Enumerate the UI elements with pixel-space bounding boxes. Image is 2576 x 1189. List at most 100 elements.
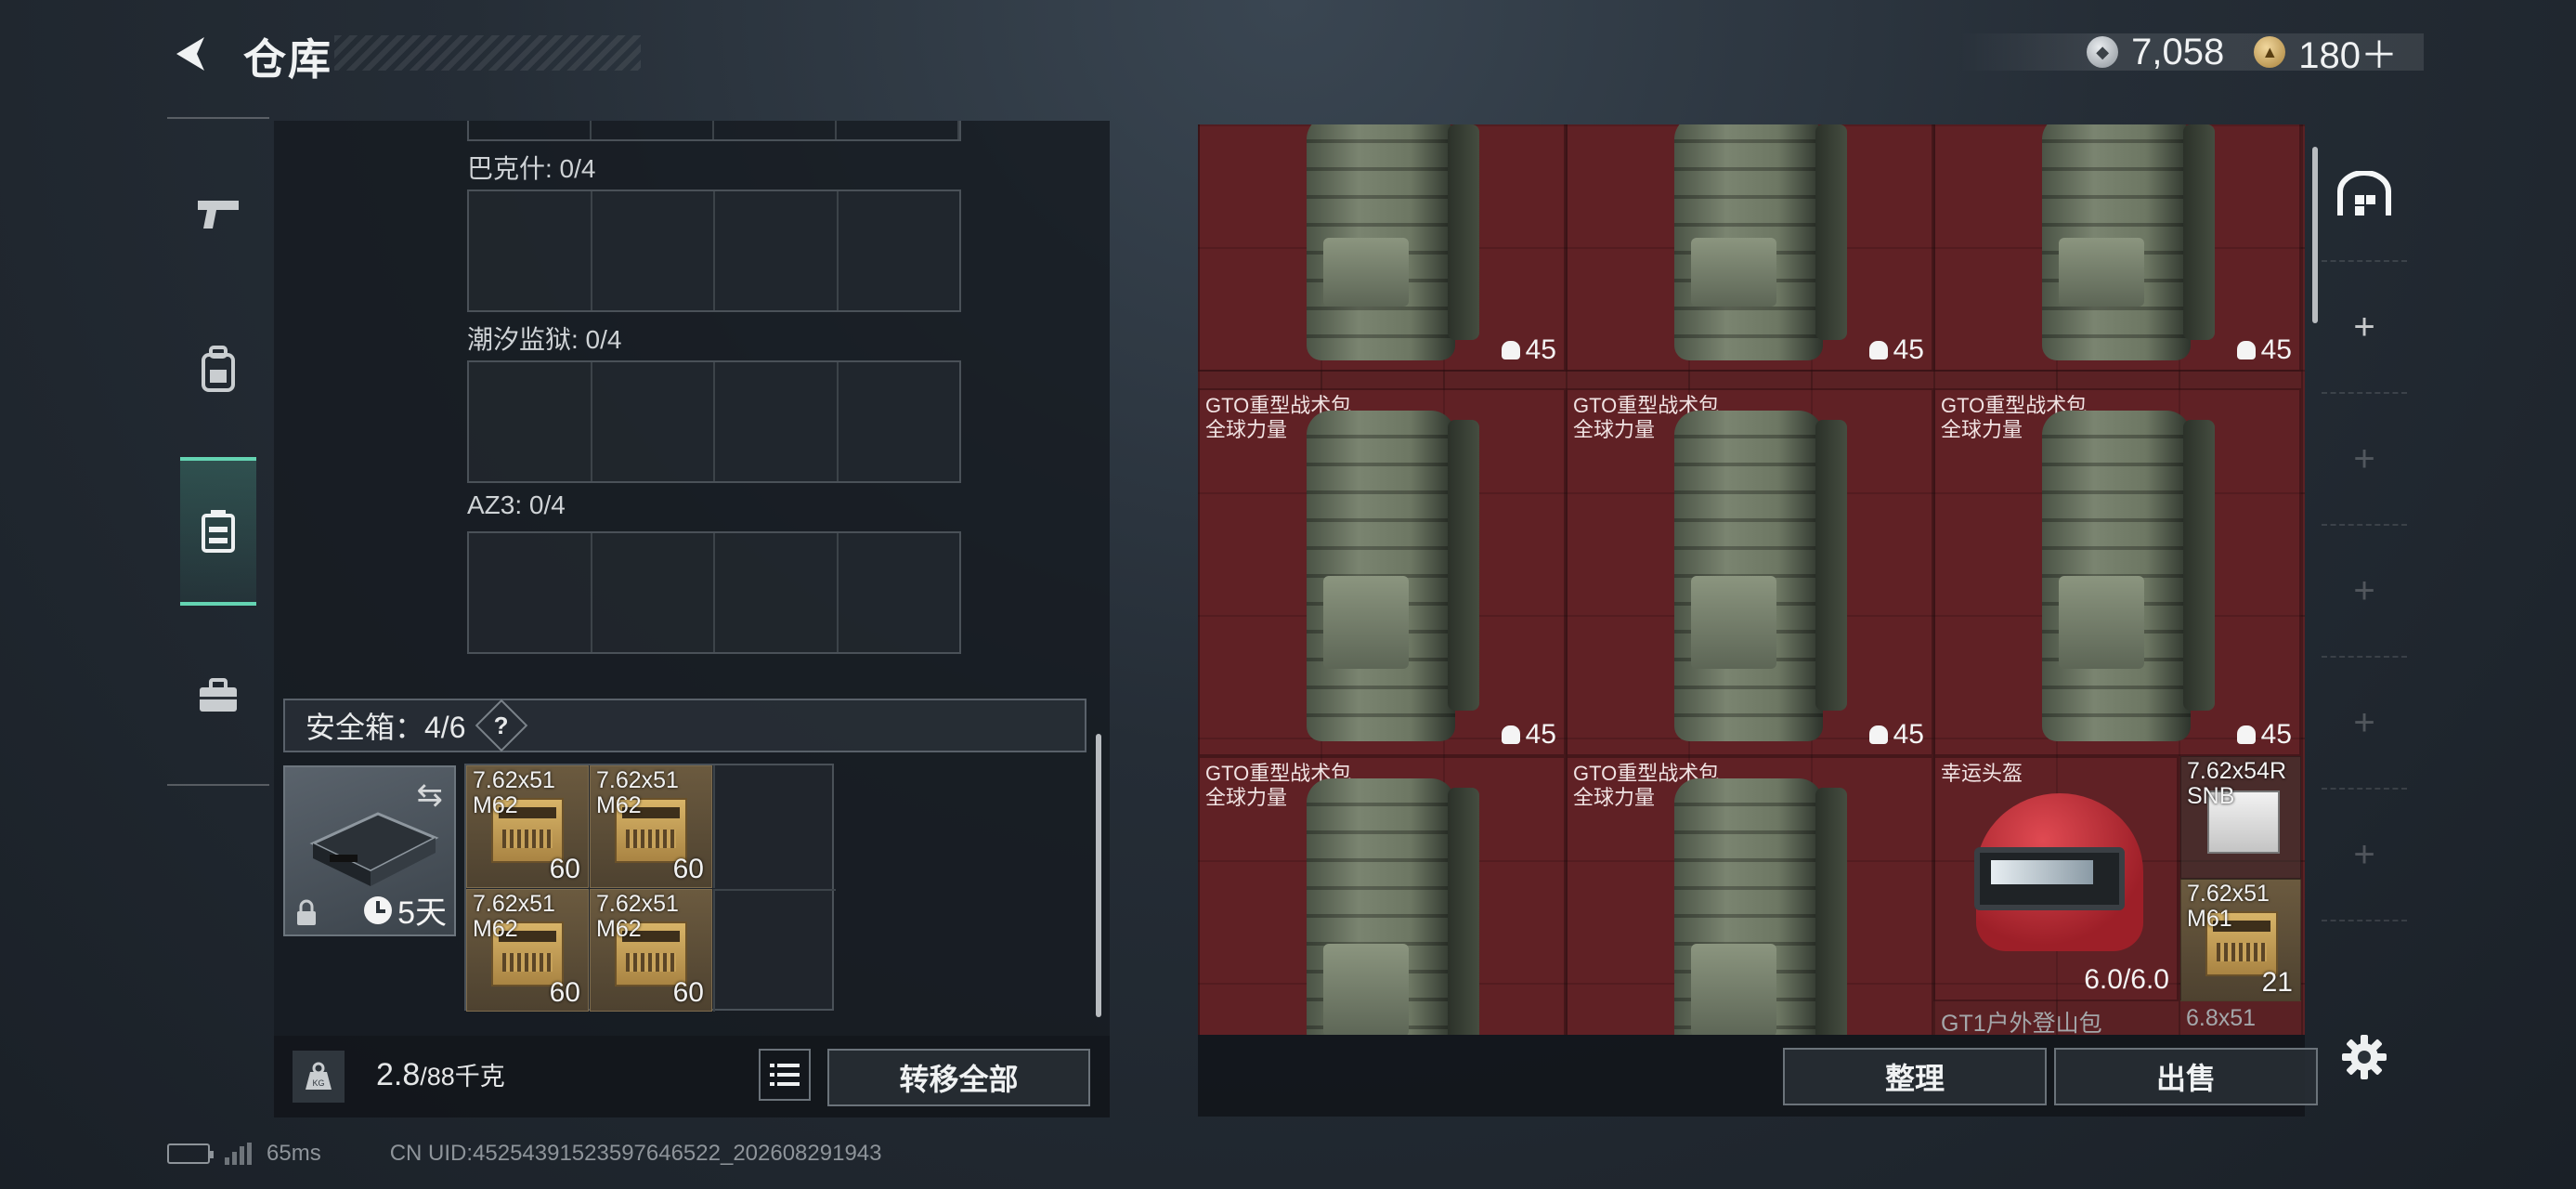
gear-icon bbox=[2342, 1035, 2387, 1079]
plus-icon: + bbox=[2353, 306, 2375, 347]
plus-icon: + bbox=[2353, 569, 2375, 611]
safe-box-case[interactable]: ⇆ 5天 bbox=[283, 765, 456, 936]
container-grid-az3[interactable] bbox=[467, 531, 961, 654]
stash-item-backpack[interactable]: GTO重型战术包 全球力量 bbox=[1198, 756, 1566, 1035]
partial-item-label: GT1户外登山包 bbox=[1941, 1011, 2102, 1035]
partial-container-grid bbox=[467, 121, 961, 141]
item-name: 7.62x51 M62 bbox=[473, 891, 555, 942]
helmet-image bbox=[1974, 793, 2143, 951]
briefcase-icon bbox=[200, 678, 237, 712]
plus-icon: + bbox=[2353, 701, 2375, 743]
silver-coin-icon: ◆ bbox=[2087, 36, 2119, 68]
weight-current: 2.8 bbox=[376, 1057, 421, 1092]
ping-readout: 65ms bbox=[267, 1141, 321, 1166]
stash-tab-add-3[interactable]: + bbox=[2322, 526, 2407, 658]
safe-item-ammo[interactable]: 7.62x51 M62 60 bbox=[466, 765, 589, 888]
signal-icon bbox=[225, 1143, 252, 1165]
stash-tab-add-4[interactable]: + bbox=[2322, 658, 2407, 790]
backpack-icon bbox=[202, 346, 235, 392]
weight-small-icon bbox=[2236, 341, 2256, 359]
safe-item-ammo[interactable]: 7.62x51 M62 60 bbox=[590, 889, 712, 1012]
safe-item-ammo[interactable]: 7.62x51 M62 60 bbox=[590, 765, 712, 888]
pistol-icon bbox=[198, 201, 239, 229]
weight-small-icon bbox=[1501, 725, 1520, 744]
backpack-image bbox=[1674, 124, 1847, 360]
backpack-image bbox=[1307, 778, 1479, 1035]
safe-box-grid: 7.62x51 M62 60 7.62x51 M62 60 7.62x51 M6… bbox=[464, 764, 836, 1012]
stash-item-backpack[interactable]: GTO重型战术包 全球力量 45 bbox=[1933, 388, 2301, 756]
item-count: 60 bbox=[549, 977, 580, 1008]
back-button[interactable] bbox=[165, 28, 217, 80]
rail-item-backpacks[interactable] bbox=[180, 295, 256, 444]
category-rail bbox=[167, 117, 269, 786]
gold-coin-value[interactable]: 180＋ bbox=[2298, 25, 2398, 79]
sort-button[interactable]: 整理 bbox=[1783, 1048, 2047, 1105]
stash-tab-add-5[interactable]: + bbox=[2322, 790, 2407, 921]
help-icon: ? bbox=[493, 711, 509, 739]
backpack-image bbox=[2042, 411, 2215, 741]
svg-text:KG: KG bbox=[312, 1078, 324, 1088]
backpack-image bbox=[1674, 411, 1847, 741]
currency-bar: ◆ 7,058 ▲ 180＋ bbox=[1959, 32, 2424, 76]
warehouse-icon bbox=[2337, 171, 2391, 216]
stash-item-backpack[interactable]: GTO重型战术包 全球力量 bbox=[1566, 756, 1933, 1035]
weight-small-icon bbox=[2236, 725, 2256, 744]
weight-small-icon bbox=[1868, 341, 1888, 359]
backpack-image bbox=[1307, 124, 1479, 360]
helmet-durability: 6.0/6.0 bbox=[2084, 964, 2169, 995]
swap-icon[interactable]: ⇆ bbox=[417, 777, 444, 814]
stash-tab-add-1[interactable]: + bbox=[2322, 262, 2407, 394]
item-weight: 45 bbox=[1501, 334, 1556, 366]
item-name: 7.62x51 M62 bbox=[473, 767, 555, 818]
safe-item-ammo[interactable]: 7.62x51 M62 60 bbox=[466, 889, 589, 1012]
container-label-tidal-prison: 潮汐监狱: 0/4 bbox=[467, 325, 622, 354]
stash-item-ammo[interactable]: 7.62x54R SNB bbox=[2180, 756, 2301, 879]
plus-icon: + bbox=[2353, 833, 2375, 875]
rail-item-weapons[interactable] bbox=[180, 139, 256, 288]
item-name: 7.62x51 M62 bbox=[596, 767, 679, 818]
safe-box-help-button[interactable]: ? bbox=[475, 699, 527, 752]
container-scrollbar[interactable] bbox=[1096, 734, 1101, 1017]
stash-item-backpack[interactable]: GTO重型战术包 全球力量 45 bbox=[1198, 388, 1566, 756]
empty-slot[interactable] bbox=[713, 889, 836, 1012]
safe-box-label: 安全箱：4/6 bbox=[306, 711, 466, 744]
item-name: 7.62x54R SNB bbox=[2187, 758, 2287, 809]
rail-item-cases[interactable] bbox=[180, 622, 256, 771]
weight-max: /88千克 bbox=[420, 1063, 505, 1091]
list-icon bbox=[770, 1064, 800, 1086]
stash-item-ammo[interactable]: 7.62x51 M61 21 bbox=[2180, 879, 2301, 1001]
container-label-bakeshi: 巴克什: 0/4 bbox=[467, 154, 596, 183]
stash-tab-add-2[interactable]: + bbox=[2322, 394, 2407, 526]
item-name: 7.62x51 M61 bbox=[2187, 881, 2270, 932]
stash-item-helmet[interactable]: 幸运头盔 6.0/6.0 bbox=[1933, 756, 2179, 1001]
stash-tab-main[interactable] bbox=[2322, 130, 2407, 262]
sell-button[interactable]: 出售 bbox=[2054, 1048, 2318, 1105]
stash-item-backpack[interactable]: 45 bbox=[1198, 124, 1566, 372]
transfer-all-button[interactable]: 转移全部 bbox=[827, 1049, 1090, 1106]
stash-scrollbar[interactable] bbox=[2312, 147, 2318, 323]
lock-icon bbox=[297, 899, 316, 925]
empty-slot[interactable] bbox=[713, 765, 836, 888]
item-weight: 45 bbox=[1868, 334, 1924, 366]
item-name: 7.62x51 M62 bbox=[596, 891, 679, 942]
item-weight: 45 bbox=[2236, 719, 2292, 751]
safe-box-header: 安全箱：4/6 ? bbox=[283, 699, 1086, 752]
stash-item-backpack[interactable]: GTO重型战术包 全球力量 45 bbox=[1566, 388, 1933, 756]
gold-coin-icon: ▲ bbox=[2254, 36, 2286, 68]
clock-icon bbox=[364, 895, 393, 924]
item-count: 60 bbox=[672, 854, 704, 884]
container-grid-bakeshi[interactable] bbox=[467, 189, 961, 312]
container-grid-tidal-prison[interactable] bbox=[467, 360, 961, 483]
rail-item-containers[interactable] bbox=[180, 457, 256, 606]
settings-button[interactable] bbox=[2335, 1028, 2393, 1086]
partial-item-label: 6.8x51 bbox=[2186, 1005, 2257, 1031]
backpack-image bbox=[1674, 778, 1847, 1035]
uid-readout: CN UID:4525439152359764652​2_20260829194… bbox=[389, 1141, 882, 1166]
case-timer-value: 5天 bbox=[397, 895, 447, 931]
backpack-image bbox=[2042, 124, 2215, 360]
stash-item-backpack[interactable]: 45 bbox=[1566, 124, 1933, 372]
safe-case-icon bbox=[309, 812, 439, 886]
list-view-button[interactable] bbox=[759, 1049, 811, 1101]
stash-item-backpack[interactable]: 45 bbox=[1933, 124, 2301, 372]
item-weight: 45 bbox=[1868, 719, 1924, 751]
